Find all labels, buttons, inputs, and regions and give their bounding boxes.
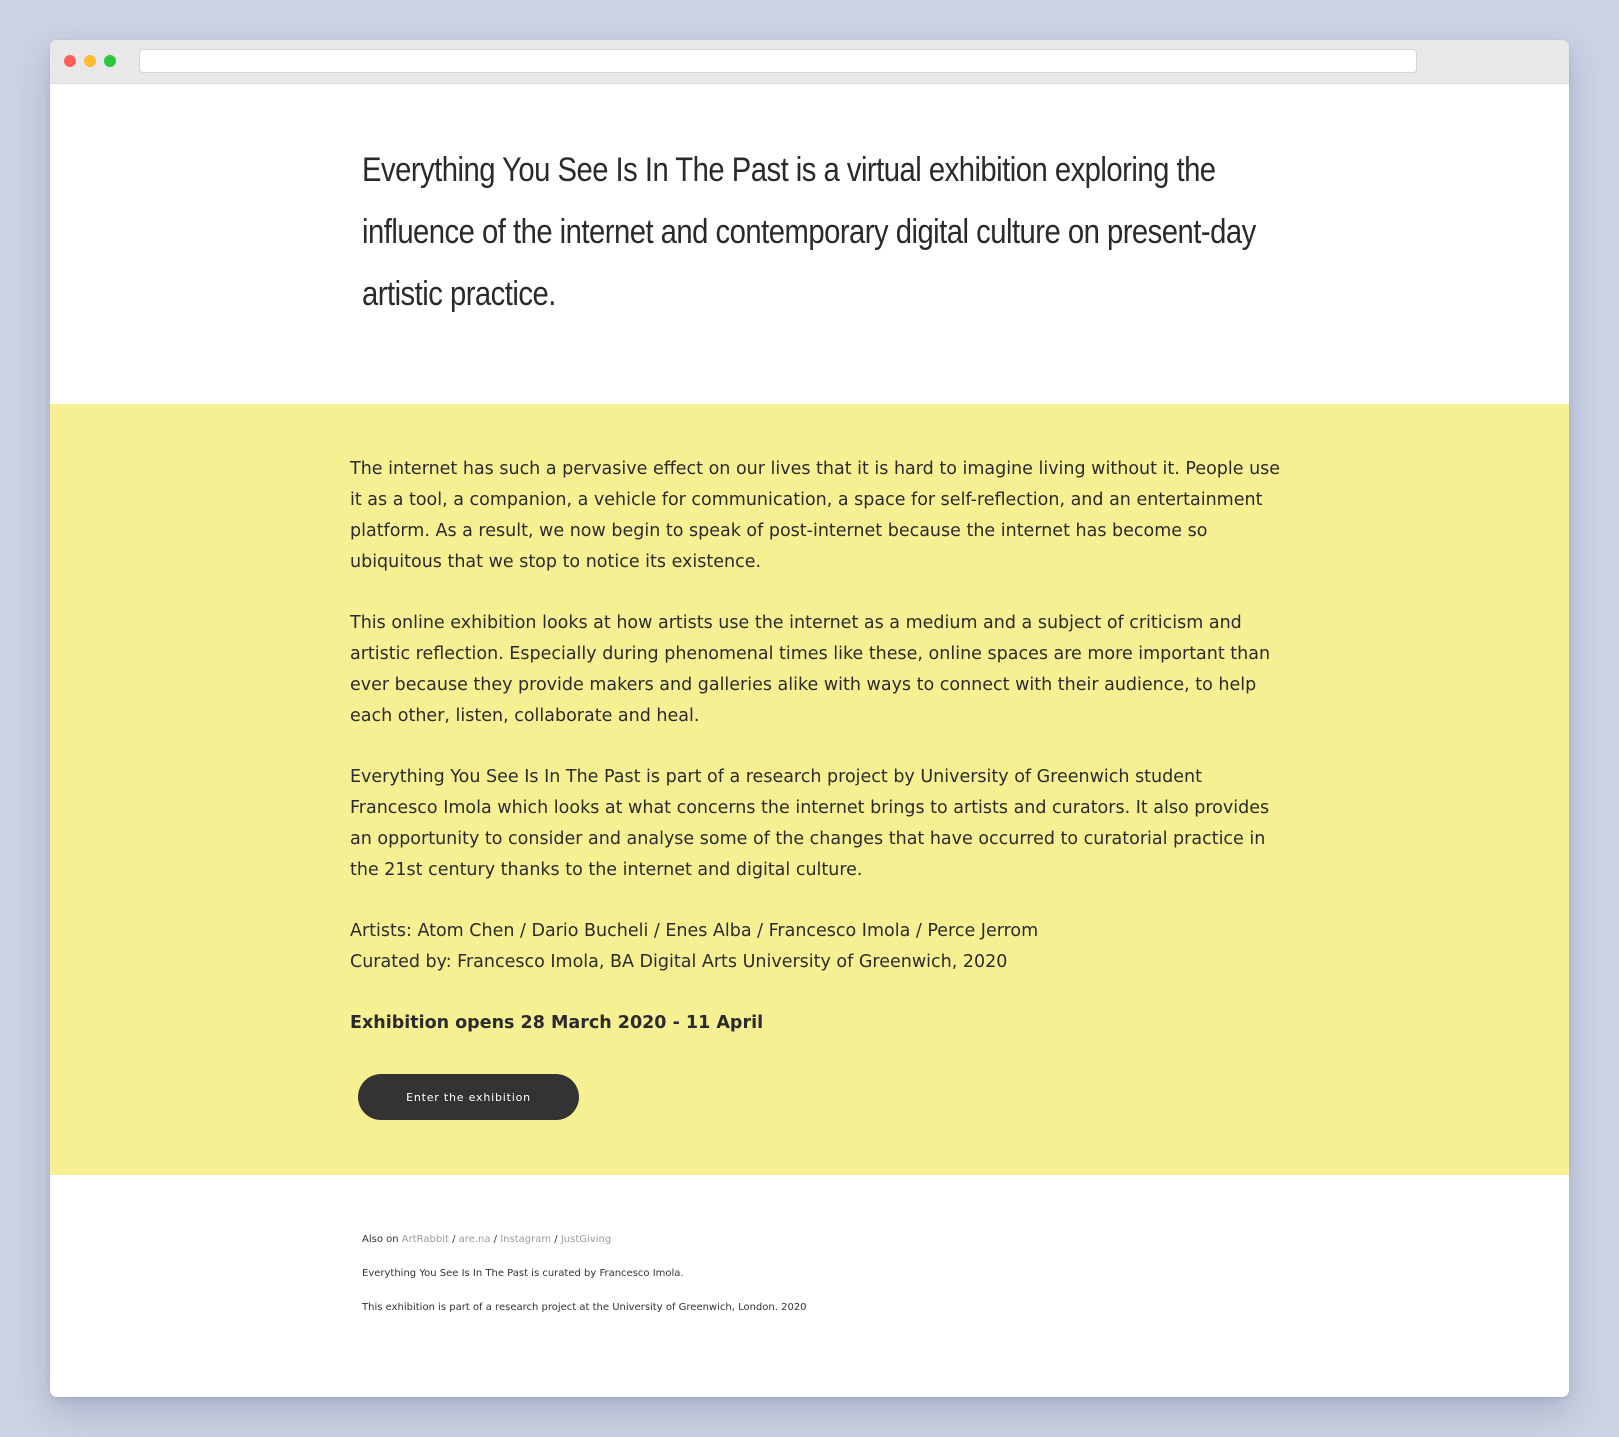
link-separator: / xyxy=(452,1234,456,1245)
enter-exhibition-button[interactable]: Enter the exhibition xyxy=(358,1074,579,1120)
address-bar[interactable] xyxy=(139,49,1417,73)
maximize-window-button[interactable] xyxy=(104,55,116,67)
close-window-button[interactable] xyxy=(64,55,76,67)
browser-titlebar xyxy=(50,40,1569,84)
link-separator: / xyxy=(554,1234,558,1245)
about-content: The internet has such a pervasive effect… xyxy=(350,454,1285,1039)
artrabbit-link[interactable]: ArtRabbit xyxy=(402,1234,449,1245)
arena-link[interactable]: are.na xyxy=(459,1234,491,1245)
artists-line: Artists: Atom Chen / Dario Bucheli / Ene… xyxy=(350,921,1039,941)
exhibition-paragraph: This online exhibition looks at how arti… xyxy=(350,613,1271,726)
also-on-label: Also on xyxy=(362,1234,399,1245)
research-paragraph: Everything You See Is In The Past is par… xyxy=(350,767,1270,880)
minimize-window-button[interactable] xyxy=(84,55,96,67)
justgiving-link[interactable]: JustGiving xyxy=(561,1234,611,1245)
hero-statement: Everything You See Is In The Past is a v… xyxy=(362,151,1256,313)
curated-by-note: Everything You See Is In The Past is cur… xyxy=(362,1268,684,1279)
about-section: The internet has such a pervasive effect… xyxy=(50,404,1569,1175)
hero-section: Everything You See Is In The Past is a v… xyxy=(50,84,1569,444)
credits: Artists: Atom Chen / Dario Bucheli / Ene… xyxy=(350,916,1285,978)
footer: Also on ArtRabbit / are.na / Instagram /… xyxy=(362,1235,807,1337)
instagram-link[interactable]: Instagram xyxy=(500,1234,551,1245)
also-on-row: Also on ArtRabbit / are.na / Instagram /… xyxy=(362,1235,807,1245)
exhibition-dates: Exhibition opens 28 March 2020 - 11 Apri… xyxy=(350,1013,764,1033)
research-note: This exhibition is part of a research pr… xyxy=(362,1302,807,1313)
browser-window: Everything You See Is In The Past is a v… xyxy=(50,40,1569,1397)
intro-paragraph: The internet has such a pervasive effect… xyxy=(350,459,1281,572)
curated-line: Curated by: Francesco Imola, BA Digital … xyxy=(350,952,1008,972)
link-separator: / xyxy=(493,1234,498,1245)
